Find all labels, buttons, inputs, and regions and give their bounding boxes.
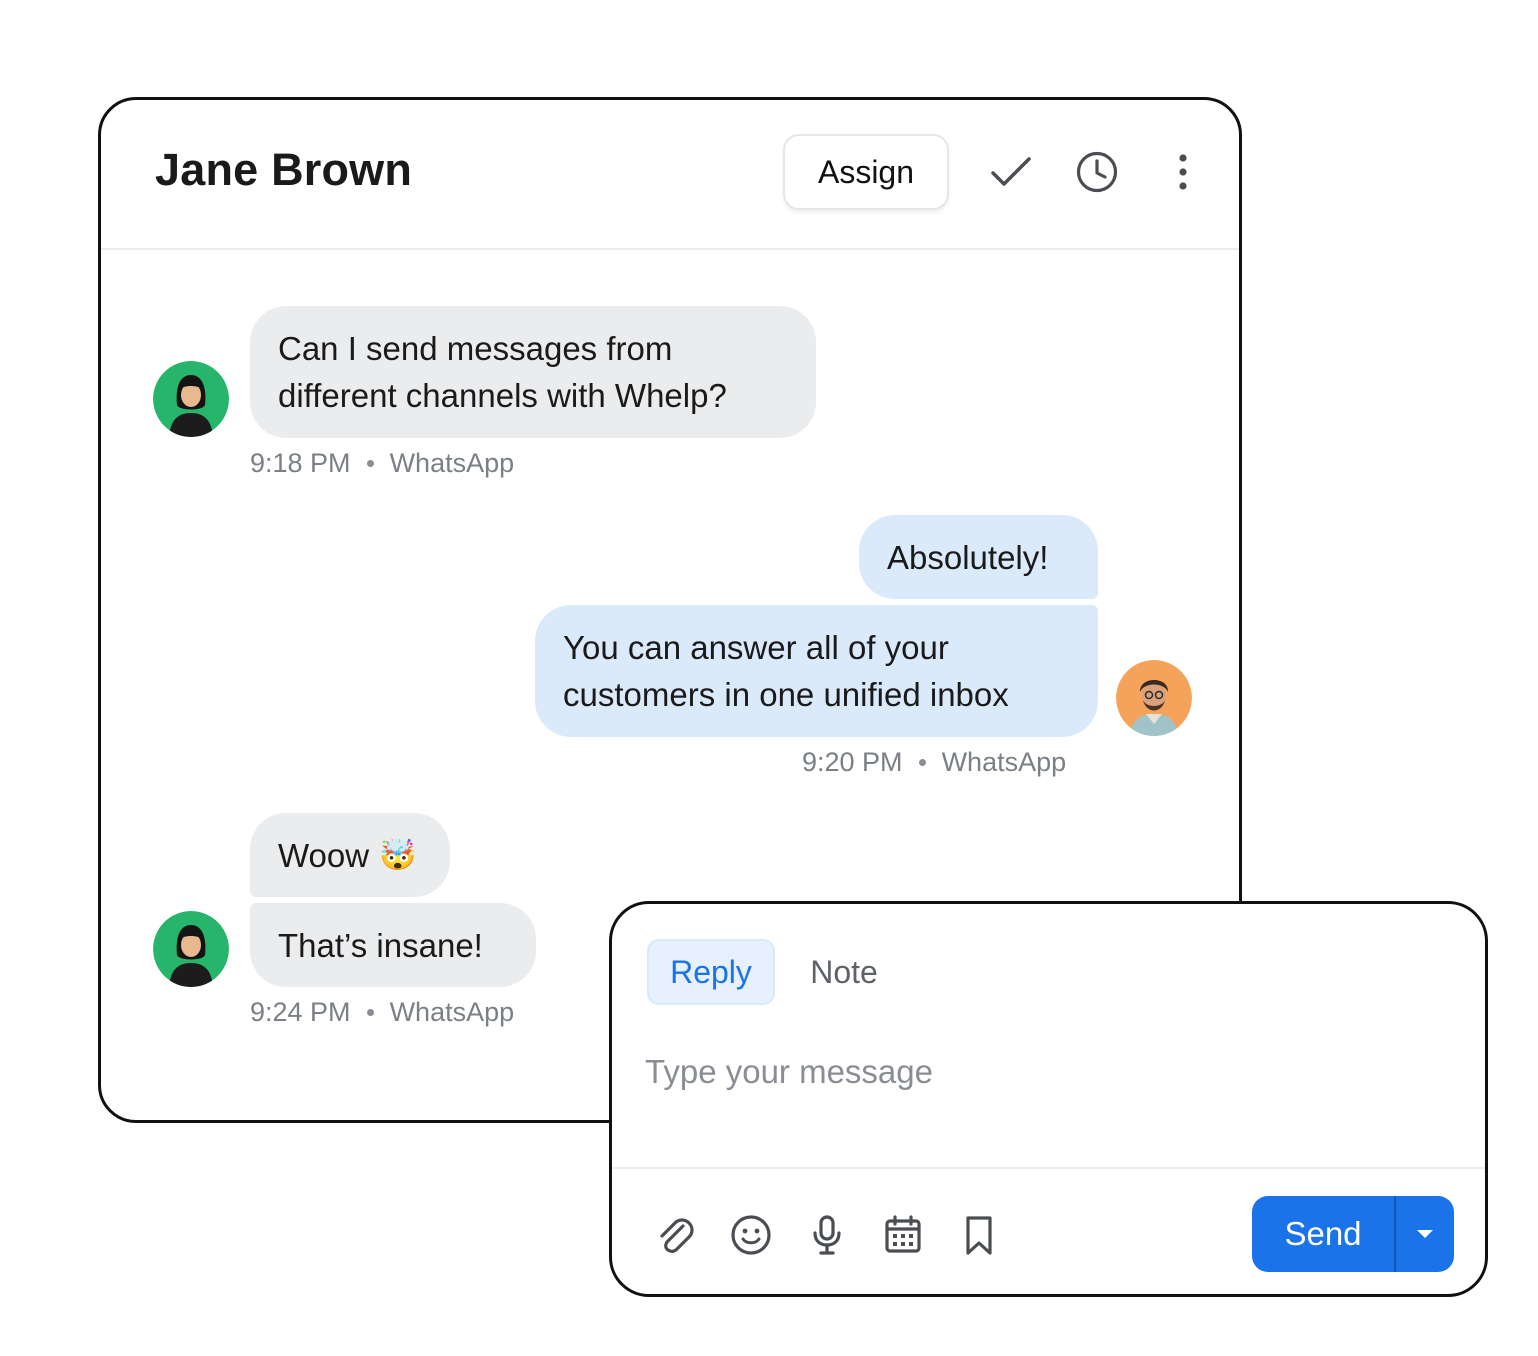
resolve-check-icon[interactable]: [989, 150, 1033, 194]
incoming-message-bubble: Woow 🤯: [250, 813, 450, 897]
customer-avatar: [153, 361, 229, 437]
message-text-line: customers in one unified inbox: [563, 676, 1009, 713]
message-channel: WhatsApp: [389, 448, 515, 478]
send-button-group: Send: [1252, 1196, 1454, 1272]
message-channel: WhatsApp: [389, 997, 515, 1027]
message-text: Woow: [278, 836, 370, 874]
message-text: Absolutely!: [887, 538, 1049, 576]
caret-down-icon[interactable]: [1396, 1196, 1454, 1272]
contact-name: Jane Brown: [155, 144, 413, 195]
composer-divider: [612, 1167, 1485, 1169]
separator-dot: [918, 759, 926, 766]
incoming-message-bubble: Can I send messages from different chann…: [250, 306, 816, 438]
separator-dot: [366, 460, 374, 467]
incoming-message-bubble: That’s insane!: [250, 903, 536, 987]
exploding-head-emoji: 🤯: [379, 838, 417, 872]
tab-reply[interactable]: Reply: [647, 939, 775, 1005]
reply-composer: Reply Note Send: [609, 901, 1488, 1297]
message-text-line: different channels with Whelp?: [278, 377, 727, 414]
microphone-icon[interactable]: [804, 1212, 850, 1258]
paperclip-icon[interactable]: [652, 1212, 698, 1258]
customer-avatar: [153, 911, 229, 987]
conversation-header: Jane Brown Assign: [101, 100, 1239, 250]
snooze-clock-icon[interactable]: [1075, 150, 1119, 194]
tab-note[interactable]: Note: [792, 939, 896, 1005]
bookmark-icon[interactable]: [956, 1212, 1002, 1258]
send-button[interactable]: Send: [1252, 1196, 1394, 1272]
agent-avatar: [1116, 660, 1192, 736]
separator-dot: [366, 1009, 374, 1016]
more-options-icon[interactable]: [1161, 150, 1205, 194]
message-text-line: Can I send messages from: [278, 330, 673, 367]
assign-button[interactable]: Assign: [783, 134, 949, 210]
calendar-icon[interactable]: [880, 1212, 926, 1258]
message-meta: 9:18 PM WhatsApp: [250, 448, 514, 479]
message-time: 9:18 PM: [250, 448, 351, 478]
outgoing-message-bubble: Absolutely!: [859, 515, 1098, 599]
message-meta: 9:24 PM WhatsApp: [250, 997, 514, 1028]
message-time: 9:20 PM: [802, 747, 903, 777]
smiley-icon[interactable]: [728, 1212, 774, 1258]
message-time: 9:24 PM: [250, 997, 351, 1027]
message-channel: WhatsApp: [941, 747, 1067, 777]
message-text-line: You can answer all of your: [563, 629, 949, 666]
message-text: That’s insane!: [278, 926, 483, 964]
message-meta: 9:20 PM WhatsApp: [802, 747, 1066, 778]
message-input[interactable]: [645, 1044, 1445, 1100]
outgoing-message-bubble: You can answer all of your customers in …: [535, 605, 1098, 737]
